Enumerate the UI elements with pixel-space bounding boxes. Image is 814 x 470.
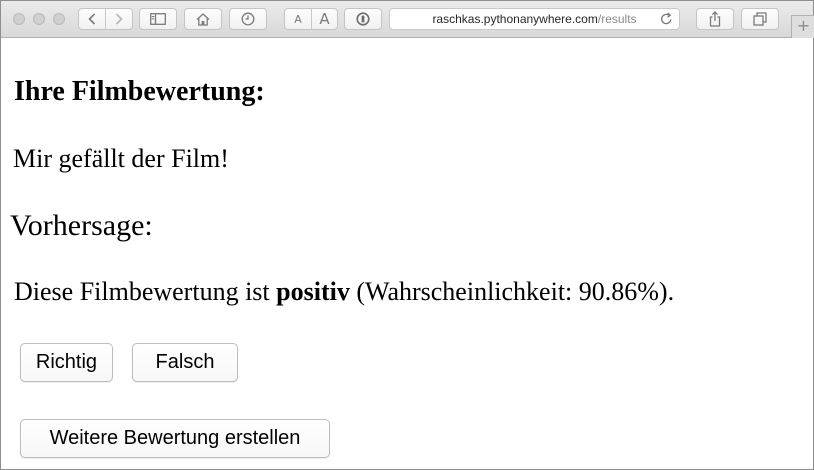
- url-host: raschkas.pythonanywhere.com: [432, 12, 598, 26]
- correct-button[interactable]: Richtig: [20, 343, 113, 382]
- back-button[interactable]: [79, 9, 105, 29]
- prediction-prefix: Diese Filmbewertung ist: [14, 277, 277, 306]
- font-larger-button[interactable]: A: [311, 9, 337, 29]
- font-smaller-button[interactable]: A: [285, 9, 311, 29]
- reader-button[interactable]: [344, 8, 382, 30]
- history-icon: [241, 12, 255, 26]
- history-button[interactable]: [229, 8, 267, 30]
- prediction-heading: Vorhersage:: [10, 209, 153, 242]
- tabs-button[interactable]: [741, 8, 779, 30]
- prediction-class: positiv: [276, 277, 350, 306]
- review-text: Mir gefällt der Film!: [13, 144, 229, 173]
- font-size-group: A A: [284, 8, 338, 30]
- share-button[interactable]: [696, 8, 734, 30]
- share-icon: [709, 11, 721, 27]
- back-forward-group: [78, 8, 133, 30]
- zoom-window-button[interactable]: [53, 13, 65, 25]
- browser-window: A A raschkas.pythonanywhere.com/results …: [0, 0, 814, 470]
- home-button[interactable]: [184, 8, 222, 30]
- page-content: Ihre Filmbewertung: Mir gefällt der Film…: [1, 39, 813, 469]
- reader-icon: [356, 12, 370, 26]
- prediction-probability: (Wahrscheinlichkeit: 90.86%).: [349, 277, 675, 306]
- back-icon: [88, 13, 96, 25]
- minimize-window-button[interactable]: [33, 13, 45, 25]
- forward-icon: [116, 13, 123, 25]
- prediction-text: Diese Filmbewertung ist positiv (Wahrsch…: [14, 276, 674, 308]
- tabs-icon: [753, 12, 767, 26]
- new-review-button[interactable]: Weitere Bewertung erstellen: [20, 419, 330, 458]
- home-icon: [196, 12, 210, 26]
- url-path: /results: [597, 12, 637, 26]
- new-tab-button[interactable]: +: [791, 15, 814, 38]
- forward-button[interactable]: [105, 9, 132, 29]
- reload-icon: [660, 12, 672, 25]
- browser-toolbar: A A raschkas.pythonanywhere.com/results …: [1, 1, 814, 38]
- close-window-button[interactable]: [13, 13, 25, 25]
- sidebar-button[interactable]: [139, 8, 177, 30]
- wrong-button[interactable]: Falsch: [132, 343, 238, 382]
- address-bar[interactable]: raschkas.pythonanywhere.com/results: [389, 8, 680, 30]
- sidebar-icon: [150, 13, 166, 25]
- reload-button[interactable]: [660, 12, 673, 29]
- page-title: Ihre Filmbewertung:: [14, 76, 265, 107]
